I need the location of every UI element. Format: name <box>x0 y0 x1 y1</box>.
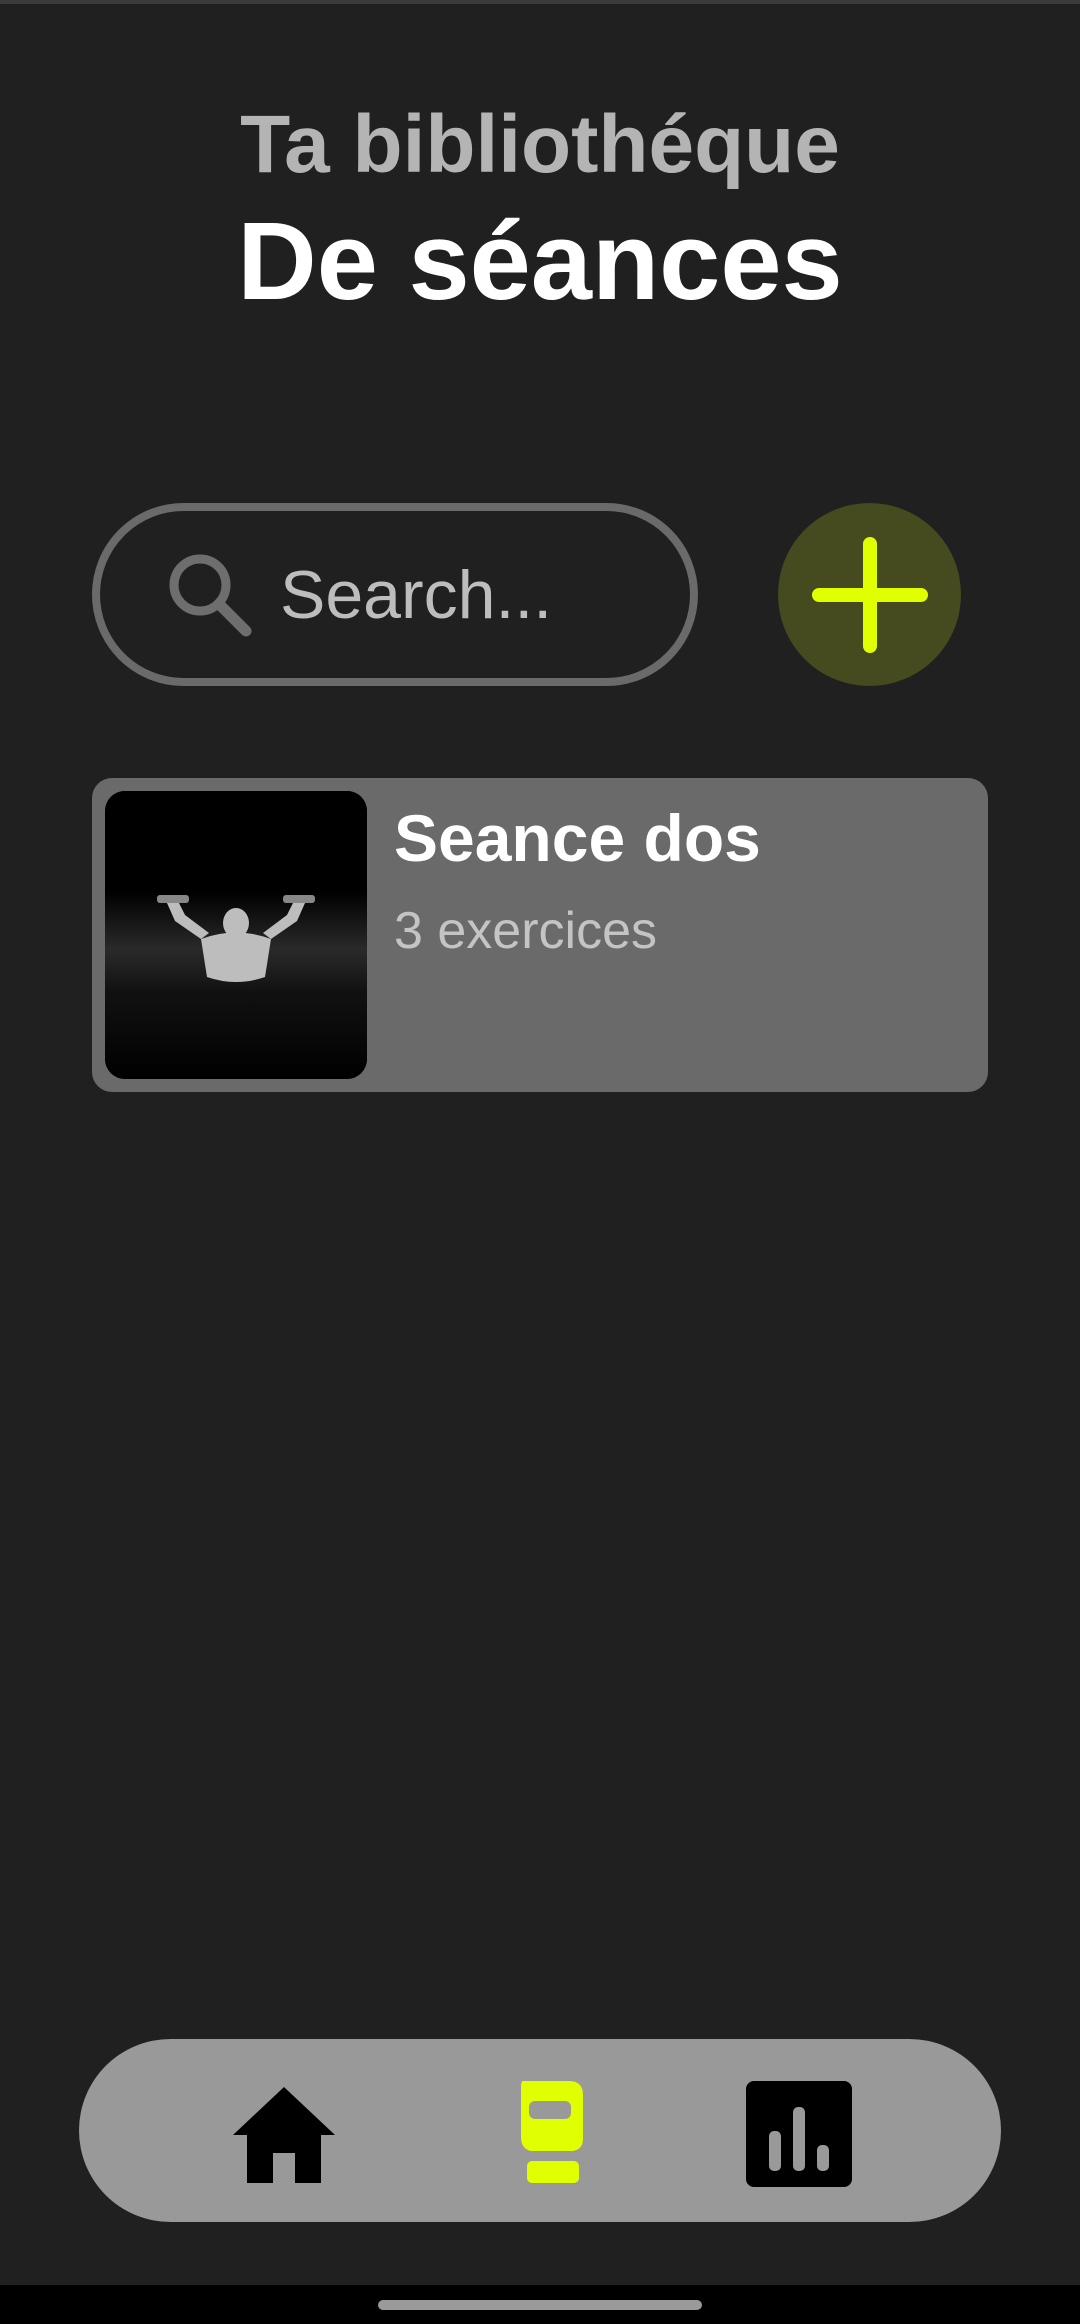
search-placeholder: Search... <box>280 556 553 633</box>
session-thumbnail <box>105 791 367 1079</box>
page-subtitle: Ta bibliothéque <box>240 99 840 190</box>
session-card[interactable]: Seance dos 3 exercices <box>92 778 988 1092</box>
session-name: Seance dos <box>394 801 761 875</box>
search-icon <box>169 554 252 636</box>
status-bar-edge <box>0 0 1080 4</box>
home-indicator[interactable] <box>378 2300 702 2310</box>
home-icon <box>233 2087 335 2183</box>
page-header: Ta bibliothéque De séances <box>0 95 1080 327</box>
search-input[interactable]: Search... <box>92 503 698 686</box>
bottom-navigation <box>79 2039 1001 2222</box>
boxing-glove-icon <box>521 2081 583 2183</box>
plus-icon <box>811 536 928 653</box>
session-exercise-count: 3 exercices <box>394 902 657 960</box>
nav-stats[interactable] <box>744 2079 854 2189</box>
nav-workouts[interactable] <box>497 2079 607 2189</box>
nav-home[interactable] <box>229 2079 339 2189</box>
add-session-button[interactable] <box>778 503 961 686</box>
bar-chart-icon <box>746 2081 852 2187</box>
page-title: De séances <box>237 200 843 323</box>
